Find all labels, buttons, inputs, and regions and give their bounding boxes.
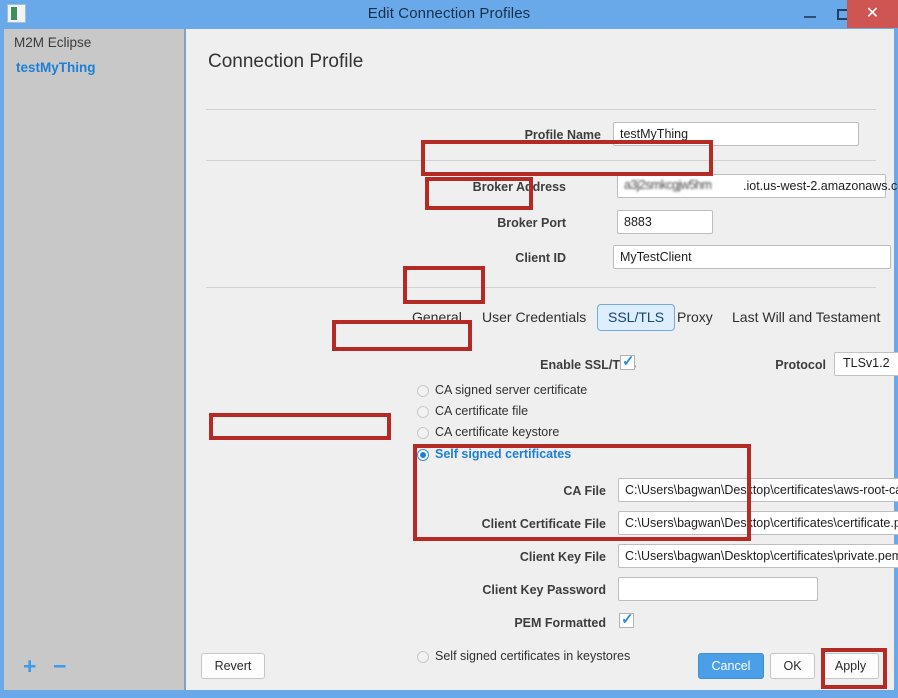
pem-formatted-checkbox[interactable]: ✓ [619,613,634,628]
sidebar-item-m2m-eclipse[interactable]: M2M Eclipse [14,35,91,50]
radio-icon [417,385,429,397]
close-icon: ✕ [847,3,898,23]
tab-ssl-tls[interactable]: SSL/TLS [597,304,675,331]
radio-label: Self signed certificates [435,447,571,461]
remove-profile-button[interactable]: − [53,656,66,676]
edit-connection-profiles-window: Edit Connection Profiles ✕ M2M Eclipse t… [0,0,898,698]
ca-file-label: CA File [476,484,606,498]
divider [206,287,876,288]
minimize-button[interactable] [795,0,826,28]
client-id-label: Client ID [426,251,566,265]
sidebar-toolbar: + − [4,646,184,690]
radio-icon [417,427,429,439]
protocol-select[interactable]: TLSv1.2 [834,352,898,376]
client-certificate-file-input[interactable] [618,511,898,535]
ok-button[interactable]: OK [770,653,815,679]
protocol-label: Protocol [726,358,826,372]
profile-name-label: Profile Name [426,128,601,142]
broker-address-obscured-text: a3j2smkcgjw5hm [624,178,746,194]
tab-user-credentials[interactable]: User Credentials [482,309,586,325]
tab-proxy[interactable]: Proxy [677,309,713,325]
add-profile-button[interactable]: + [23,656,36,676]
protocol-selected-value: TLSv1.2 [843,356,890,370]
ca-file-input[interactable] [618,478,898,502]
radio-icon [417,406,429,418]
profiles-sidebar: M2M Eclipse testMyThing + − [4,29,185,690]
divider [206,160,876,161]
client-certificate-file-label: Client Certificate File [456,517,606,531]
client-key-file-label: Client Key File [476,550,606,564]
close-button[interactable]: ✕ [847,0,898,28]
cancel-button[interactable]: Cancel [698,653,764,679]
broker-port-label: Broker Port [426,216,566,230]
sidebar-item-testmything[interactable]: testMyThing [16,60,96,75]
apply-button[interactable]: Apply [822,653,879,679]
client-key-password-label: Client Key Password [456,583,606,597]
profile-name-input[interactable] [613,122,859,146]
client-key-password-input[interactable] [618,577,818,601]
enable-ssl-checkbox[interactable]: ✓ [620,355,635,370]
client-id-input[interactable] [613,245,891,269]
radio-label: CA signed server certificate [435,383,587,397]
broker-address-label: Broker Address [426,180,566,194]
tab-last-will-and-testament[interactable]: Last Will and Testament [732,309,880,325]
checkmark-icon: ✓ [621,610,634,628]
window-body: M2M Eclipse testMyThing + − Connection P… [4,29,894,694]
tab-general[interactable]: General [412,309,462,325]
page-title: Connection Profile [208,51,363,73]
revert-button[interactable]: Revert [201,653,265,679]
radio-label: CA certificate keystore [435,425,559,439]
broker-address-visible-text: .iot.us-west-2.amazonaws.com [743,179,898,193]
broker-port-input[interactable] [617,210,713,234]
checkmark-icon: ✓ [622,352,635,370]
radio-label: CA certificate file [435,404,528,418]
client-key-file-input[interactable] [618,544,898,568]
pem-formatted-label: PEM Formatted [486,616,606,630]
dialog-footer: Revert Cancel OK Apply [186,644,894,690]
window-title: Edit Connection Profiles [0,5,898,22]
title-bar: Edit Connection Profiles ✕ [0,0,898,29]
connection-profile-panel: Connection Profile Profile Name Broker A… [186,29,894,690]
radio-icon-selected [417,449,429,461]
divider [206,109,876,110]
